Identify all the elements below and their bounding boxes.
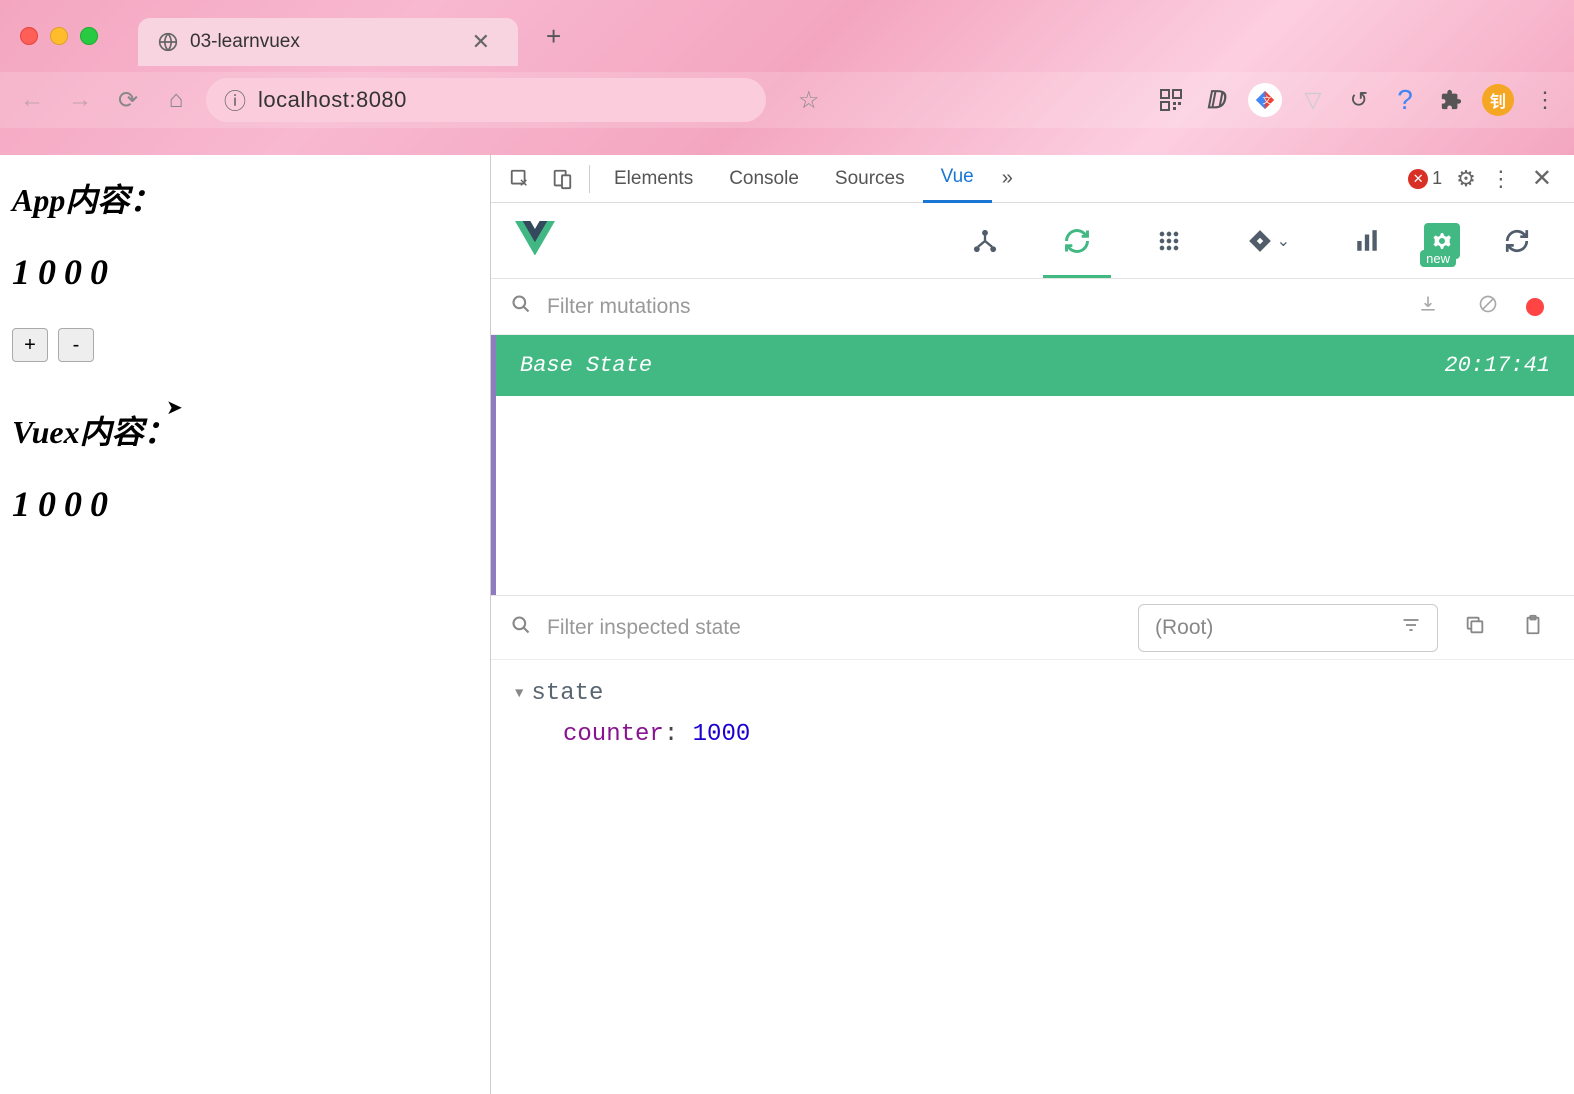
new-tab-button[interactable]: + — [534, 21, 573, 52]
root-label: (Root) — [1155, 616, 1213, 640]
root-select[interactable]: (Root) — [1138, 604, 1438, 652]
clipboard-icon[interactable] — [1512, 614, 1554, 642]
mutations-filter-row — [491, 279, 1574, 335]
page-viewport: App内容： 1000 + - Vuex内容： 1000 — [0, 155, 490, 1094]
devtools-settings-icon[interactable]: ⚙ — [1456, 166, 1476, 192]
chevron-down-icon: ▼ — [515, 686, 523, 702]
decrement-button[interactable]: - — [58, 328, 94, 362]
more-tabs-icon[interactable]: » — [992, 167, 1023, 190]
devtools-tabs: Elements Console Sources Vue » ✕ 1 ⚙ ⋮ ✕ — [491, 155, 1574, 203]
state-prop-key: counter — [563, 721, 664, 748]
vuex-counter-value: 1000 — [12, 483, 478, 525]
main-content: App内容： 1000 + - Vuex内容： 1000 Elements Co… — [0, 155, 1574, 1094]
download-icon[interactable] — [1406, 294, 1450, 320]
help-icon[interactable]: ? — [1390, 85, 1420, 115]
extension-icon-1[interactable]: ⅅ — [1202, 85, 1232, 115]
tab-title: 03-learnvuex — [190, 31, 452, 53]
events-tab-icon[interactable] — [1135, 215, 1203, 267]
title-bar: 03-learnvuex ✕ + — [0, 0, 1574, 72]
info-icon[interactable]: ⓘ — [224, 84, 246, 116]
history-icon[interactable]: ↺ — [1344, 85, 1374, 115]
performance-tab-icon[interactable] — [1334, 216, 1400, 266]
state-root-key[interactable]: ▼ state — [515, 680, 1550, 707]
increment-button[interactable]: + — [12, 328, 48, 362]
devtools-close-icon[interactable]: ✕ — [1526, 164, 1558, 193]
window-maximize-button[interactable] — [80, 27, 98, 45]
inspect-element-icon[interactable] — [499, 168, 541, 190]
vue-devtools-panel: ⌄ new — [491, 203, 1574, 1094]
app-heading: App内容： — [12, 175, 478, 221]
devtools-panel: Elements Console Sources Vue » ✕ 1 ⚙ ⋮ ✕ — [490, 155, 1574, 1094]
copy-icon[interactable] — [1454, 614, 1496, 642]
qr-icon[interactable] — [1156, 85, 1186, 115]
translate-icon[interactable]: 文 — [1248, 83, 1282, 117]
tab-close-button[interactable]: ✕ — [464, 27, 498, 57]
browser-chrome: 03-learnvuex ✕ + ← → ⟳ ⌂ ⓘ localhost:808… — [0, 0, 1574, 155]
tab-vue[interactable]: Vue — [923, 155, 992, 203]
bookmark-star-icon[interactable]: ☆ — [798, 86, 820, 115]
extensions-icon[interactable] — [1436, 85, 1466, 115]
search-icon — [511, 294, 531, 320]
new-badge: new — [1420, 250, 1456, 267]
devtools-menu-icon[interactable]: ⋮ — [1490, 166, 1512, 192]
reload-button[interactable]: ⟳ — [110, 82, 146, 118]
routing-tab-icon[interactable]: ⌄ — [1227, 216, 1310, 266]
globe-icon — [158, 32, 178, 52]
vuex-heading: Vuex内容： — [12, 407, 478, 453]
browser-toolbar: ← → ⟳ ⌂ ⓘ localhost:8080 ☆ ⅅ 文 ▽ ↺ ? 钊 ⋮ — [0, 72, 1574, 128]
vue-toolbar: ⌄ new — [491, 203, 1574, 279]
state-tree: ▼ state counter: 1000 — [491, 660, 1574, 768]
error-badge-icon: ✕ — [1408, 169, 1428, 189]
home-button[interactable]: ⌂ — [158, 82, 194, 118]
counter-buttons: + - — [12, 328, 478, 362]
extension-icon-2[interactable]: ▽ — [1298, 85, 1328, 115]
traffic-lights — [20, 27, 98, 45]
search-icon — [511, 615, 531, 641]
mutations-list: Base State 20:17:41 — [491, 335, 1574, 595]
mutation-label: Base State — [520, 353, 652, 378]
tab-elements[interactable]: Elements — [596, 155, 711, 203]
error-count: 1 — [1432, 168, 1442, 189]
refresh-icon[interactable] — [1484, 216, 1550, 266]
back-button[interactable]: ← — [14, 82, 50, 118]
menu-icon[interactable]: ⋮ — [1530, 85, 1560, 115]
window-close-button[interactable] — [20, 27, 38, 45]
clear-icon[interactable] — [1466, 294, 1510, 320]
mutation-time: 20:17:41 — [1444, 353, 1550, 378]
forward-button[interactable]: → — [62, 82, 98, 118]
mutation-item[interactable]: Base State 20:17:41 — [496, 335, 1574, 396]
filter-lines-icon — [1401, 615, 1421, 641]
state-section: (Root) ▼ state — [491, 595, 1574, 1094]
window-minimize-button[interactable] — [50, 27, 68, 45]
url-bar[interactable]: ⓘ localhost:8080 — [206, 78, 766, 122]
vue-logo-icon — [515, 221, 555, 261]
filter-mutations-input[interactable] — [547, 295, 1390, 319]
svg-text:文: 文 — [1262, 95, 1271, 106]
record-icon[interactable] — [1526, 298, 1544, 316]
tab-console[interactable]: Console — [711, 155, 817, 203]
state-filter-row: (Root) — [491, 596, 1574, 660]
vuex-tab-icon[interactable] — [1043, 204, 1111, 278]
state-prop-value: 1000 — [693, 721, 751, 748]
user-avatar[interactable]: 钊 — [1482, 84, 1514, 116]
app-counter-value: 1000 — [12, 251, 478, 293]
error-indicator[interactable]: ✕ 1 — [1408, 168, 1442, 189]
url-text: localhost:8080 — [258, 87, 407, 113]
browser-tab[interactable]: 03-learnvuex ✕ — [138, 18, 518, 66]
device-toggle-icon[interactable] — [541, 168, 583, 190]
components-tab-icon[interactable] — [951, 215, 1019, 267]
toolbar-right: ⅅ 文 ▽ ↺ ? 钊 ⋮ — [1156, 83, 1560, 117]
state-root-label: state — [531, 680, 603, 707]
state-property[interactable]: counter: 1000 — [515, 707, 1550, 748]
filter-state-input[interactable] — [547, 616, 1122, 640]
tab-sources[interactable]: Sources — [817, 155, 923, 203]
